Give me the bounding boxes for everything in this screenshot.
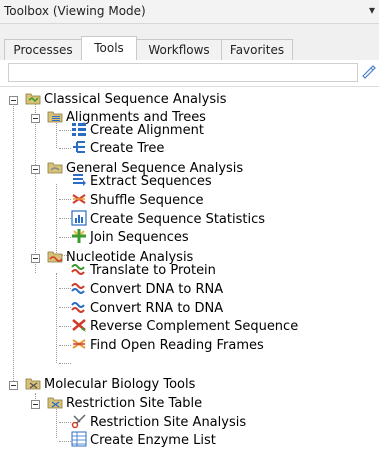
collapse-toggle[interactable] <box>9 96 18 105</box>
tree-item-reverse-complement-sequence[interactable]: Reverse Complement Sequence <box>71 317 298 335</box>
item-label: Create Alignment <box>90 123 204 138</box>
collapse-toggle[interactable] <box>31 254 40 263</box>
tree-item-find-open-reading-frames[interactable]: Find Open Reading Frames <box>71 336 264 354</box>
tree-item-convert-rna-to-dna[interactable]: Convert RNA to DNA <box>71 299 223 317</box>
tree-node-molecular-biology-tools[interactable]: Molecular Biology Tools <box>25 375 195 393</box>
item-label: Restriction Site Analysis <box>90 415 247 430</box>
tree-item-convert-dna-to-rna[interactable]: Convert DNA to RNA <box>71 280 223 298</box>
toolbox-titlebar: Toolbox (Viewing Mode) ▾ <box>0 0 379 24</box>
tab-favorites[interactable]: Favorites <box>221 39 293 60</box>
node-label: Restriction Site Table <box>66 396 203 411</box>
toolbox-title: Toolbox (Viewing Mode) <box>4 4 146 18</box>
tab-processes[interactable]: Processes <box>4 39 82 60</box>
item-label: Reverse Complement Sequence <box>90 319 299 334</box>
scissors-icon <box>71 414 86 429</box>
item-label: Find Open Reading Frames <box>90 338 264 353</box>
collapse-toggle[interactable] <box>31 165 40 174</box>
collapse-toggle[interactable] <box>31 400 40 409</box>
pin-icon[interactable]: ▾ <box>369 3 375 17</box>
folder-icon <box>47 162 63 174</box>
item-label: Translate to Protein <box>90 263 216 278</box>
item-label: Convert RNA to DNA <box>90 301 224 316</box>
folder-icon <box>47 111 63 123</box>
item-label: Create Sequence Statistics <box>90 212 266 227</box>
shuffle-icon <box>72 194 86 204</box>
toolbox-tree: Classical Sequence Analysis Alignments a… <box>0 87 379 456</box>
node-label: Molecular Biology Tools <box>44 377 196 392</box>
folder-icon <box>25 93 41 105</box>
tree-item-create-sequence-statistics[interactable]: Create Sequence Statistics <box>71 210 265 228</box>
tree-icon <box>73 141 85 153</box>
tab-workflows[interactable]: Workflows <box>136 39 222 60</box>
tree-item-restriction-site-analysis[interactable]: Restriction Site Analysis <box>71 413 246 431</box>
collapse-toggle[interactable] <box>31 114 40 123</box>
item-label: Create Tree <box>90 141 165 156</box>
item-label: Join Sequences <box>90 230 189 245</box>
tree-node-restriction-site-table[interactable]: Restriction Site Table <box>47 394 202 412</box>
statistics-icon <box>71 210 87 226</box>
tree-item-shuffle-sequence[interactable]: Shuffle Sequence <box>71 191 204 209</box>
collapse-toggle[interactable] <box>9 381 18 390</box>
join-icon <box>72 229 86 243</box>
folder-icon <box>47 397 63 409</box>
search-icon[interactable] <box>360 63 376 81</box>
node-label: Classical Sequence Analysis <box>44 92 227 107</box>
tab-bar: Processes Tools Workflows Favorites <box>0 24 379 60</box>
tab-tools[interactable]: Tools <box>81 36 137 60</box>
folder-icon <box>25 378 41 390</box>
alignment-icon <box>72 123 86 136</box>
tree-item-join-sequences[interactable]: Join Sequences <box>71 228 189 246</box>
item-label: Extract Sequences <box>90 174 212 189</box>
extract-icon <box>73 174 86 186</box>
item-label: Convert DNA to RNA <box>90 282 224 297</box>
enzyme-list-icon <box>71 431 87 447</box>
orf-icon <box>72 339 86 349</box>
tree-item-create-enzyme-list[interactable]: Create Enzyme List <box>71 431 216 449</box>
convert-icon <box>71 302 85 313</box>
reverse-complement-icon <box>72 319 86 332</box>
search-row <box>0 60 379 87</box>
tree-item-translate-to-protein[interactable]: Translate to Protein <box>71 261 216 279</box>
tree-item-create-tree[interactable]: Create Tree <box>71 139 164 157</box>
search-input[interactable] <box>8 63 358 82</box>
folder-icon <box>47 251 63 263</box>
convert-icon <box>71 283 85 294</box>
item-label: Shuffle Sequence <box>90 193 204 208</box>
tree-node-classical-sequence-analysis[interactable]: Classical Sequence Analysis <box>25 90 227 108</box>
translate-icon <box>71 264 85 275</box>
tree-item-extract-sequences[interactable]: Extract Sequences <box>71 172 212 190</box>
tree-item-create-alignment[interactable]: Create Alignment <box>71 121 204 139</box>
item-label: Create Enzyme List <box>90 433 216 448</box>
